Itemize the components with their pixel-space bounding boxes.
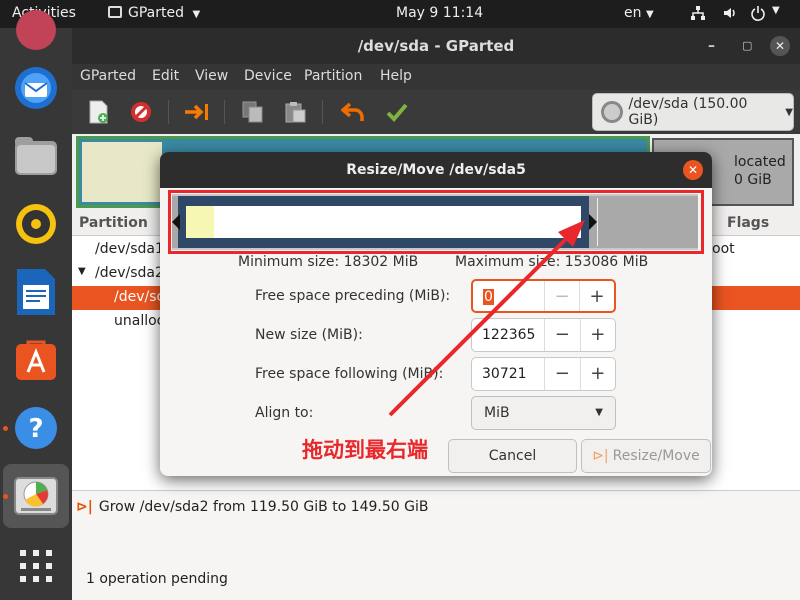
unallocated-size: 0 GiB <box>734 172 772 188</box>
resize-move-icon: ⊳| <box>76 499 93 515</box>
gparted-app-icon <box>108 6 122 18</box>
dock-partial-app-icon[interactable] <box>12 6 60 54</box>
operation-item[interactable]: ⊳| Grow /dev/sda2 from 119.50 GiB to 149.… <box>76 499 429 515</box>
resize-move-icon: ⊳| <box>592 448 609 464</box>
column-partition[interactable]: Partition <box>79 215 148 231</box>
apply-icon[interactable] <box>384 99 410 125</box>
partition-name: /dev/sda2 <box>95 265 164 281</box>
column-flags[interactable]: Flags <box>727 215 769 231</box>
cancel-button[interactable]: Cancel <box>448 439 577 473</box>
input-source-menu[interactable]: en ▼ <box>624 5 654 21</box>
new-size-label: New size (MiB): <box>255 327 363 343</box>
partition-flags: oot <box>712 241 735 257</box>
partition-name: /dev/sc <box>114 289 165 305</box>
power-icon[interactable] <box>750 5 766 25</box>
chevron-down-icon: ▼ <box>785 106 793 118</box>
maximize-icon[interactable]: ▢ <box>742 28 752 64</box>
toolbar-separator <box>322 100 323 124</box>
partition-name: /dev/sda1 <box>95 241 164 257</box>
volume-icon[interactable] <box>722 5 738 25</box>
thunderbird-icon[interactable] <box>12 64 60 112</box>
window-titlebar[interactable]: /dev/sda - GParted – ▢ ✕ <box>72 28 800 64</box>
svg-text:?: ? <box>28 414 43 444</box>
help-icon[interactable]: ? <box>12 404 60 452</box>
toolbar-separator <box>224 100 225 124</box>
operations-pane: ⊳| Grow /dev/sda2 from 119.50 GiB to 149.… <box>72 490 800 600</box>
toolbar-separator <box>168 100 169 124</box>
network-icon[interactable] <box>690 5 706 25</box>
files-icon[interactable] <box>12 132 60 180</box>
close-icon[interactable]: ✕ <box>770 36 790 56</box>
disk-icon <box>601 101 623 123</box>
chevron-down-icon: ▼ <box>645 9 654 20</box>
top-bar: Activities GParted ▼ May 9 11:14 en ▼ ▼ <box>0 0 800 28</box>
undo-icon[interactable] <box>340 99 366 125</box>
window-title: /dev/sda - GParted <box>357 37 515 55</box>
graph-used-space <box>82 142 162 202</box>
menu-device[interactable]: Device <box>244 68 292 84</box>
input-source-label: en <box>624 5 642 21</box>
expander-icon[interactable]: ▼ <box>78 266 86 277</box>
software-icon[interactable] <box>12 336 60 384</box>
paste-icon[interactable] <box>282 99 308 125</box>
dialog-title: Resize/Move /dev/sda5 <box>346 162 526 178</box>
menu-edit[interactable]: Edit <box>152 68 179 84</box>
copy-icon[interactable] <box>240 99 266 125</box>
new-partition-icon[interactable] <box>86 99 112 125</box>
dialog-titlebar[interactable]: Resize/Move /dev/sda5 ✕ <box>160 152 712 188</box>
chevron-down-icon[interactable]: ▼ <box>772 5 780 16</box>
toolbar: /dev/sda (150.00 GiB) ▼ <box>72 90 800 134</box>
dock: ? <box>0 10 72 600</box>
rhythmbox-icon[interactable] <box>12 200 60 248</box>
delete-icon[interactable] <box>128 99 154 125</box>
annotation-arrow <box>388 220 585 417</box>
minimize-icon[interactable]: – <box>708 28 715 64</box>
device-selector[interactable]: /dev/sda (150.00 GiB) ▼ <box>592 93 794 131</box>
menu-partition[interactable]: Partition <box>304 68 362 84</box>
annotation-text: 拖动到最右端 <box>302 438 428 462</box>
resize-move-button[interactable]: ⊳| Resize/Move <box>581 439 711 473</box>
partition-name: unalloc <box>114 313 165 329</box>
menu-view[interactable]: View <box>195 68 228 84</box>
resize-move-button-label: Resize/Move <box>612 448 700 464</box>
unallocated-label: located <box>734 154 786 170</box>
menu-bar: GParted Edit View Device Partition Help <box>72 64 800 90</box>
gparted-dock-icon[interactable] <box>12 472 60 520</box>
show-apps-icon[interactable] <box>12 542 60 590</box>
resize-move-icon[interactable] <box>184 99 210 125</box>
close-icon[interactable]: ✕ <box>683 160 703 180</box>
app-menu[interactable]: GParted ▼ <box>108 5 200 21</box>
operation-text: Grow /dev/sda2 from 119.50 GiB to 149.50… <box>98 499 429 515</box>
running-indicator <box>3 494 8 499</box>
running-indicator <box>3 426 8 431</box>
device-selector-label: /dev/sda (150.00 GiB) <box>628 96 748 128</box>
writer-icon[interactable] <box>12 268 60 316</box>
clock[interactable]: May 9 11:14 <box>396 5 483 21</box>
app-menu-label: GParted <box>128 5 184 21</box>
status-bar: 1 operation pending <box>86 571 228 587</box>
chevron-down-icon: ▼ <box>192 9 201 20</box>
menu-gparted[interactable]: GParted <box>80 68 136 84</box>
menu-help[interactable]: Help <box>380 68 412 84</box>
align-to-label: Align to: <box>255 405 314 421</box>
